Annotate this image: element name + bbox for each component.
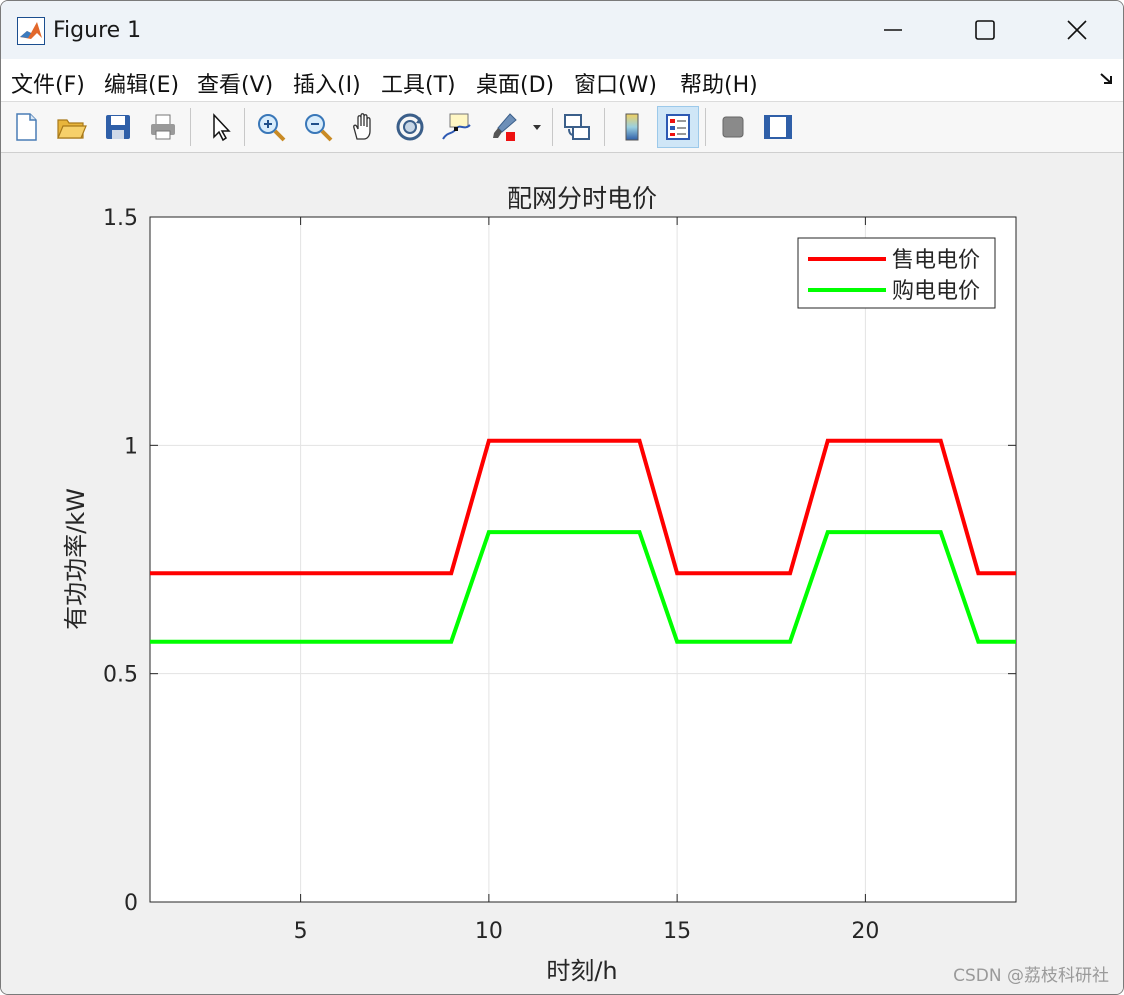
close-button[interactable]: [1031, 1, 1123, 59]
link-plot-icon: [564, 114, 590, 140]
select-arrow-icon: [213, 113, 231, 142]
y-tick-label: 0: [124, 891, 138, 916]
menu-view[interactable]: 查看(V): [197, 67, 273, 99]
x-axis-label: 时刻/h: [546, 957, 617, 985]
pan-button[interactable]: [343, 106, 385, 148]
new-figure-button[interactable]: [5, 106, 47, 148]
minimize-button[interactable]: [847, 1, 939, 59]
maximize-button[interactable]: [939, 1, 1031, 59]
toolbar-separator: [244, 108, 245, 146]
legend-label: 购电电价: [892, 279, 980, 304]
y-tick-label: 0.5: [103, 663, 138, 688]
window-title: Figure 1: [53, 18, 142, 43]
colorbar-icon: [625, 113, 639, 141]
save-icon: [106, 115, 130, 139]
zoom-in-icon: [258, 114, 286, 142]
print-icon: [151, 114, 175, 140]
open-file-icon: [57, 119, 87, 139]
figure-window: Figure 1 文件(F) 编辑(E) 查看(V) 插入(I) 工具(T) 桌…: [0, 0, 1124, 995]
matlab-logo-icon: [17, 17, 45, 45]
zoom-out-button[interactable]: [297, 106, 339, 148]
x-tick-label: 20: [851, 919, 879, 944]
colorbar-button[interactable]: [611, 106, 653, 148]
brush-button[interactable]: [483, 106, 525, 148]
menu-insert[interactable]: 插入(I): [293, 67, 361, 99]
chart-title: 配网分时电价: [507, 184, 657, 213]
chart-svg[interactable]: 配网分时电价 5 10 15 20 0 0.5 1 1.5 售电电价购电电价 时刻/h 有功功率…: [1, 153, 1123, 994]
menu-file[interactable]: 文件(F): [11, 67, 85, 99]
select-button[interactable]: [199, 106, 241, 148]
maximize-icon: [975, 20, 995, 40]
save-button[interactable]: [97, 106, 139, 148]
menu-help[interactable]: 帮助(H): [680, 67, 758, 99]
y-tick-label: 1: [124, 434, 138, 459]
watermark: CSDN @荔枝科研社: [953, 966, 1109, 986]
toolbar-separator: [604, 108, 605, 146]
link-plot-button[interactable]: [556, 106, 598, 148]
brush-dropdown-button[interactable]: [525, 106, 549, 148]
zoom-out-icon: [305, 114, 333, 142]
open-file-button[interactable]: [50, 106, 92, 148]
legend-label: 售电电价: [892, 248, 980, 273]
menu-tools[interactable]: 工具(T): [381, 67, 456, 99]
x-tick-label: 15: [663, 919, 691, 944]
chevron-down-icon: [533, 125, 541, 130]
menu-desktop[interactable]: 桌面(D): [476, 67, 554, 99]
menu-window[interactable]: 窗口(W): [574, 67, 657, 99]
legend-button[interactable]: [657, 106, 699, 148]
show-plot-tools-button[interactable]: [757, 106, 799, 148]
y-tick-label: 1.5: [103, 206, 138, 231]
rotate-3d-icon: [396, 113, 424, 141]
new-figure-icon: [16, 113, 37, 141]
close-icon: [1067, 20, 1087, 40]
data-cursor-icon: [442, 113, 471, 140]
plot-area: 5 10 15 20 0 0.5 1 1.5 售电电价购电电价: [103, 206, 1017, 944]
minimize-icon: [884, 29, 902, 31]
menu-edit[interactable]: 编辑(E): [104, 67, 179, 99]
title-bar[interactable]: Figure 1: [1, 1, 1123, 59]
pan-hand-icon: [353, 113, 371, 140]
zoom-in-button[interactable]: [250, 106, 292, 148]
menu-bar: 文件(F) 编辑(E) 查看(V) 插入(I) 工具(T) 桌面(D) 窗口(W…: [1, 59, 1123, 102]
dock-arrow-icon[interactable]: [1099, 71, 1115, 87]
y-axis-label: 有功功率/kW: [62, 488, 90, 630]
hide-plot-tools-button[interactable]: [712, 106, 754, 148]
toolbar-separator: [190, 108, 191, 146]
x-tick-label: 10: [475, 919, 503, 944]
axes-background: [150, 217, 1016, 902]
figure-canvas-area: 配网分时电价 5 10 15 20 0 0.5 1 1.5 售电电价购电电价 时刻/h 有功功率…: [1, 153, 1123, 994]
brush-icon: [493, 113, 517, 141]
figure-toolbar: [1, 102, 1123, 153]
toolbar-separator: [552, 108, 553, 146]
show-plot-tools-icon: [764, 115, 792, 139]
data-cursor-button[interactable]: [435, 106, 477, 148]
x-tick-label: 5: [294, 919, 308, 944]
print-button[interactable]: [142, 106, 184, 148]
legend-icon: [666, 114, 690, 140]
rotate-button[interactable]: [389, 106, 431, 148]
hide-plot-tools-icon: [722, 116, 744, 138]
toolbar-separator: [705, 108, 706, 146]
